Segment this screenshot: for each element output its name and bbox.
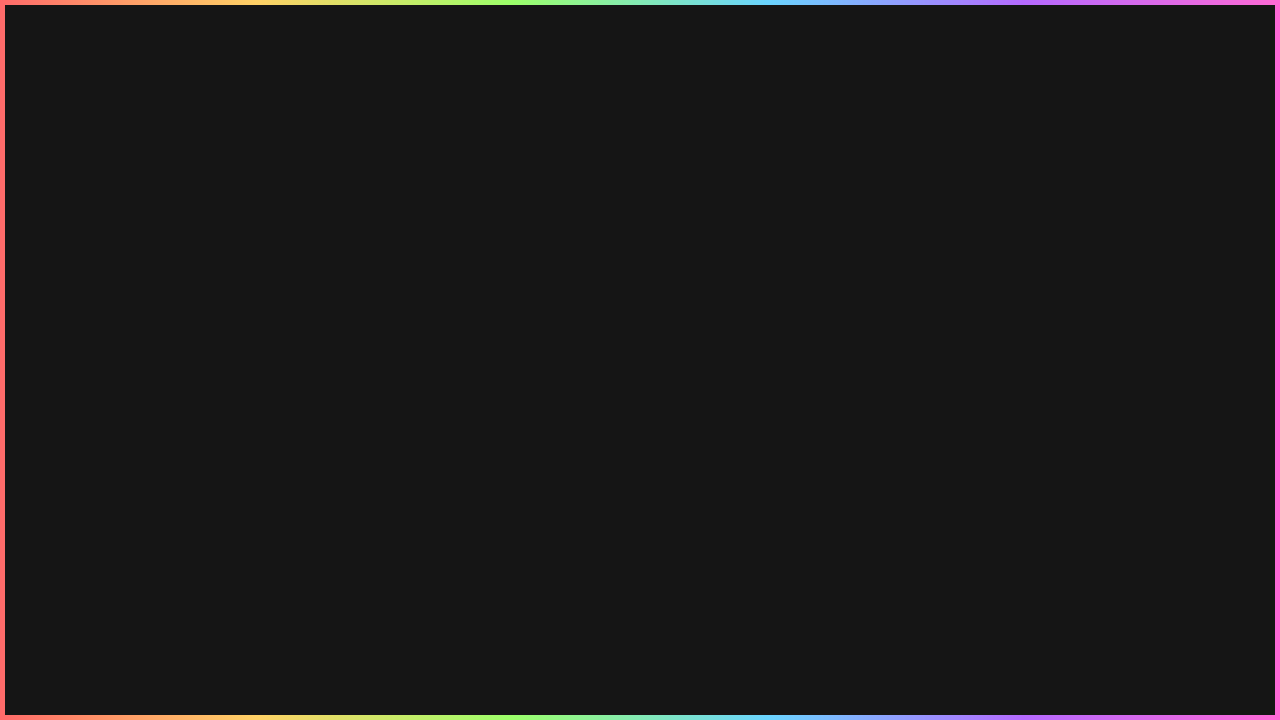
pix-row: Claymore R$ 10,00: [372, 671, 577, 687]
chat-panel: Kaiserram : 547_Nolsan : "Verei" - Wende…: [936, 246, 1272, 716]
webcam-feed: [949, 26, 1261, 254]
drop-emote-icon: [1183, 307, 1194, 319]
pix-amount: R$ 10,00: [520, 671, 577, 687]
chat-username[interactable]: D13N: [957, 549, 993, 565]
drop-emote-icon: [1140, 329, 1150, 341]
chat-username[interactable]: Irrita1: [957, 497, 996, 513]
drop-emote-icon: [1164, 329, 1174, 341]
chat-username[interactable]: yuu0800: [957, 575, 1013, 591]
kick-badge-icon: [941, 473, 951, 485]
kick-badge-icon: [941, 673, 951, 685]
chat-top-partial: WORLANDO :: [942, 0, 1142, 14]
chat-text: :: [1029, 253, 1035, 269]
chat-message: yuu0800 : ngm fica sã tomando lsd 3 veze…: [936, 570, 1272, 618]
chat-username[interactable]: felpinz: [957, 523, 1001, 539]
chat-message: Irrita1 : tio Ted é foda: [936, 492, 1272, 518]
kick-badge-icon: [941, 551, 951, 563]
drop-emote-icon: [948, 329, 958, 341]
pepe-frog-icon: [862, 628, 926, 712]
chat-message: Kaiserram :: [936, 248, 1272, 274]
chat-message: D13N : O FUTURO É GLORIOSO: [936, 544, 1272, 570]
mugshot-front-photo: [21, 108, 431, 612]
chat-username[interactable]: 547_Nolsan: [957, 279, 1035, 295]
chat-message: ninocco : PARDO, SÓ QUERIA FALAR QUE VOC…: [936, 374, 1272, 466]
drop-emote-icon: [1207, 307, 1218, 319]
drop-emote-icon: [1087, 307, 1098, 319]
chat-message: 547_Nolsan : Governo merdileiro: cortei …: [936, 666, 1272, 714]
pix-donor-name: Mago Fractal: [372, 695, 454, 711]
cartoon-mascot-icon: [14, 628, 118, 710]
drop-emote-icon: [1092, 329, 1102, 341]
pix-donor-name: Danas: [372, 647, 413, 663]
kick-badge-icon: [941, 255, 951, 267]
chat-text: : O FUTURO É GLORIOSO: [996, 549, 1171, 565]
small-emote-icon: [1038, 257, 1057, 269]
chat-message: 547_Nolsan : "Verei" -: [936, 274, 1272, 300]
pix-row: Mago Fractal R$ 10,00: [372, 695, 577, 711]
chat-text: : tio Ted é foda: [999, 497, 1099, 513]
kick-badge-icon: [942, 0, 952, 8]
kick-badge-icon: [941, 381, 951, 393]
mugshot-profile-photo: [501, 108, 931, 612]
chat-username[interactable]: Kaiserram: [957, 253, 1026, 269]
webcam-frame: [943, 20, 1267, 260]
chat-username[interactable]: Irrita1: [957, 353, 996, 369]
drop-emote-icon: [1111, 307, 1122, 319]
kick-badge-icon: [941, 525, 951, 537]
drop-emote-icon: [996, 329, 1006, 341]
main-image-frame: [14, 101, 938, 619]
face-emote-icon: [1013, 527, 1028, 539]
pix-donor-name: Claymore: [372, 671, 432, 687]
pix-row: Danas R$ 10,00: [372, 647, 577, 663]
person-emote-icon: [1106, 279, 1119, 295]
drop-emote-icon: [1039, 307, 1050, 319]
pix-amount: R$ 10,00: [520, 695, 577, 711]
kick-badge-icon: [941, 625, 951, 637]
drop-emote-icon: [1044, 329, 1054, 341]
drop-emote-icon: [1116, 329, 1126, 341]
chat-text: : "Verei" -: [1038, 279, 1103, 295]
chat-username[interactable]: 547_Nolsan: [957, 671, 1035, 687]
chat-text: :: [1024, 305, 1030, 321]
chat-message: ninocco : não será glorioso o bastante n…: [936, 618, 1272, 666]
mugshot-image: [21, 108, 931, 612]
drop-emote-icon: [1068, 329, 1078, 341]
chat-message: Irrita1 : quem nunca foi fã do Ted tá er…: [936, 348, 1272, 374]
drop-emote-icon: [1063, 307, 1074, 319]
drop-emote-icon: [972, 329, 982, 341]
kick-badge-icon: [941, 577, 951, 589]
drop-emote-icon: [1231, 307, 1242, 319]
pix-amount: R$ 10,00: [520, 647, 577, 663]
chat-username[interactable]: ninocco: [957, 623, 1011, 639]
chat-text: : oloko: [996, 471, 1043, 487]
drop-emote-icon: [1135, 307, 1146, 319]
kick-badge-icon: [941, 355, 951, 367]
drop-emote-icon: [1159, 307, 1170, 319]
drop-emote-icon: [1212, 329, 1222, 341]
drop-emote-icon: [1188, 329, 1198, 341]
photo-divider: [431, 108, 501, 612]
chat-message: Wenderio :: [936, 300, 1272, 348]
chat-text: : quem nunca foi fã do Ted tá errado...: [999, 353, 1253, 369]
chat-text: :: [1005, 523, 1010, 539]
kick-badge-icon: [941, 281, 951, 293]
pix-title: Últimos !Pix: [417, 624, 531, 646]
chat-username[interactable]: D13N: [957, 471, 993, 487]
kick-badge-icon: [941, 307, 951, 319]
chat-message: felpinz :: [936, 518, 1272, 544]
chat-message: D13N : oloko: [936, 466, 1272, 492]
drop-emote-icon: [1020, 329, 1030, 341]
chat-username[interactable]: Wenderio: [957, 305, 1021, 321]
chat-username[interactable]: ninocco: [957, 379, 1011, 395]
kick-badge-icon: [941, 499, 951, 511]
